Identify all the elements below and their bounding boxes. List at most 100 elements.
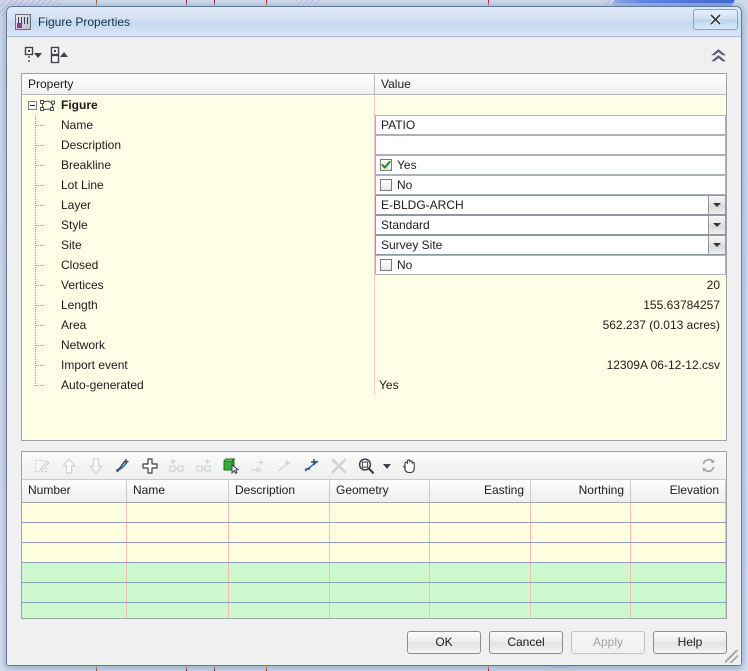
checkbox-checked-icon[interactable] — [380, 159, 392, 171]
property-value-cell[interactable]: Yes — [375, 155, 726, 175]
table-cell[interactable] — [127, 603, 229, 618]
tree-collapse-all-button[interactable] — [21, 43, 47, 67]
table-cell[interactable] — [22, 523, 127, 542]
table-cell[interactable] — [531, 583, 631, 602]
table-row[interactable] — [22, 563, 726, 583]
property-value-cell[interactable]: 155.63784257 — [375, 295, 726, 315]
zoom-dropdown-button[interactable] — [379, 454, 395, 478]
zoom-to-object-button[interactable] — [217, 454, 244, 478]
table-row[interactable] — [22, 543, 726, 563]
table-cell[interactable] — [229, 503, 330, 522]
table-cell[interactable] — [330, 543, 430, 562]
table-cell[interactable] — [22, 503, 127, 522]
table-cell[interactable] — [631, 563, 726, 582]
table-cell[interactable] — [631, 523, 726, 542]
property-value-cell[interactable] — [375, 135, 726, 155]
property-value-cell[interactable]: No — [375, 175, 726, 195]
chevron-down-icon[interactable] — [708, 196, 725, 214]
add-point-button[interactable] — [136, 454, 163, 478]
resize-grip[interactable] — [725, 650, 738, 663]
table-cell[interactable] — [430, 523, 531, 542]
table-cell[interactable] — [127, 523, 229, 542]
table-cell[interactable] — [127, 583, 229, 602]
point-end-button[interactable] — [298, 454, 325, 478]
property-value-cell[interactable]: E-BLDG-ARCH — [375, 195, 726, 215]
table-cell[interactable] — [127, 543, 229, 562]
property-value-cell[interactable]: PATIO — [375, 115, 726, 135]
table-cell[interactable] — [229, 583, 330, 602]
refresh-button[interactable] — [695, 454, 722, 478]
table-cell[interactable] — [631, 603, 726, 618]
property-value-cell[interactable]: No — [375, 255, 726, 275]
table-cell[interactable] — [229, 603, 330, 618]
table-cell[interactable] — [430, 563, 531, 582]
table-cell[interactable] — [127, 503, 229, 522]
point-column-header[interactable]: Description — [229, 480, 330, 502]
table-cell[interactable] — [22, 603, 127, 618]
value-checkbox-field[interactable]: Yes — [375, 155, 726, 175]
table-cell[interactable] — [631, 503, 726, 522]
property-value-cell[interactable]: Yes — [375, 375, 726, 395]
table-cell[interactable] — [330, 503, 430, 522]
table-cell[interactable] — [330, 523, 430, 542]
property-value-cell[interactable]: 562.237 (0.013 acres) — [375, 315, 726, 335]
chevron-down-icon[interactable] — [708, 236, 725, 254]
property-value-cell[interactable]: 20 — [375, 275, 726, 295]
point-column-header[interactable]: Name — [127, 480, 229, 502]
zoom-button[interactable] — [352, 454, 379, 478]
value-dropdown[interactable]: Survey Site — [375, 235, 726, 255]
value-checkbox-field[interactable]: No — [375, 255, 726, 275]
value-text-input[interactable]: PATIO — [375, 115, 726, 135]
table-cell[interactable] — [531, 523, 631, 542]
point-column-header[interactable]: Number — [22, 480, 127, 502]
property-value-cell[interactable]: 12309A 06-12-12.csv — [375, 355, 726, 375]
table-cell[interactable] — [531, 563, 631, 582]
cancel-button[interactable]: Cancel — [489, 630, 563, 654]
point-column-header[interactable]: Geometry — [330, 480, 430, 502]
table-cell[interactable] — [430, 583, 531, 602]
table-cell[interactable] — [531, 503, 631, 522]
table-cell[interactable] — [531, 543, 631, 562]
point-column-header[interactable]: Northing — [531, 480, 631, 502]
table-cell[interactable] — [229, 563, 330, 582]
table-row[interactable] — [22, 523, 726, 543]
close-button[interactable] — [693, 9, 738, 30]
table-cell[interactable] — [127, 563, 229, 582]
table-cell[interactable] — [430, 503, 531, 522]
property-value-cell[interactable]: Standard — [375, 215, 726, 235]
help-button[interactable]: Help — [653, 630, 727, 654]
table-cell[interactable] — [229, 543, 330, 562]
chevron-down-icon[interactable] — [708, 216, 725, 234]
table-cell[interactable] — [22, 583, 127, 602]
checkbox-unchecked-icon[interactable] — [380, 179, 392, 191]
checkbox-unchecked-icon[interactable] — [380, 259, 392, 271]
table-cell[interactable] — [22, 543, 127, 562]
point-column-header[interactable]: Elevation — [631, 480, 726, 502]
table-cell[interactable] — [430, 543, 531, 562]
table-cell[interactable] — [531, 603, 631, 618]
tree-collapse-toggle[interactable] — [28, 100, 37, 110]
table-cell[interactable] — [330, 563, 430, 582]
table-row[interactable] — [22, 583, 726, 603]
table-cell[interactable] — [22, 563, 127, 582]
property-value-cell[interactable]: Survey Site — [375, 235, 726, 255]
table-cell[interactable] — [229, 523, 330, 542]
ok-button[interactable]: OK — [407, 630, 481, 654]
table-row[interactable] — [22, 603, 726, 618]
value-text-input[interactable] — [375, 135, 726, 155]
table-cell[interactable] — [330, 583, 430, 602]
tree-expand-all-button[interactable] — [47, 43, 73, 67]
value-dropdown[interactable]: Standard — [375, 215, 726, 235]
table-cell[interactable] — [631, 583, 726, 602]
table-cell[interactable] — [430, 603, 531, 618]
add-curve-button[interactable] — [109, 454, 136, 478]
pan-hand-button[interactable] — [395, 454, 422, 478]
property-value-cell[interactable] — [375, 335, 726, 355]
value-dropdown[interactable]: E-BLDG-ARCH — [375, 195, 726, 215]
table-cell[interactable] — [330, 603, 430, 618]
point-column-header[interactable]: Easting — [430, 480, 531, 502]
table-row[interactable] — [22, 503, 726, 523]
table-cell[interactable] — [631, 543, 726, 562]
collapse-panel-button[interactable] — [705, 43, 731, 67]
value-checkbox-field[interactable]: No — [375, 175, 726, 195]
